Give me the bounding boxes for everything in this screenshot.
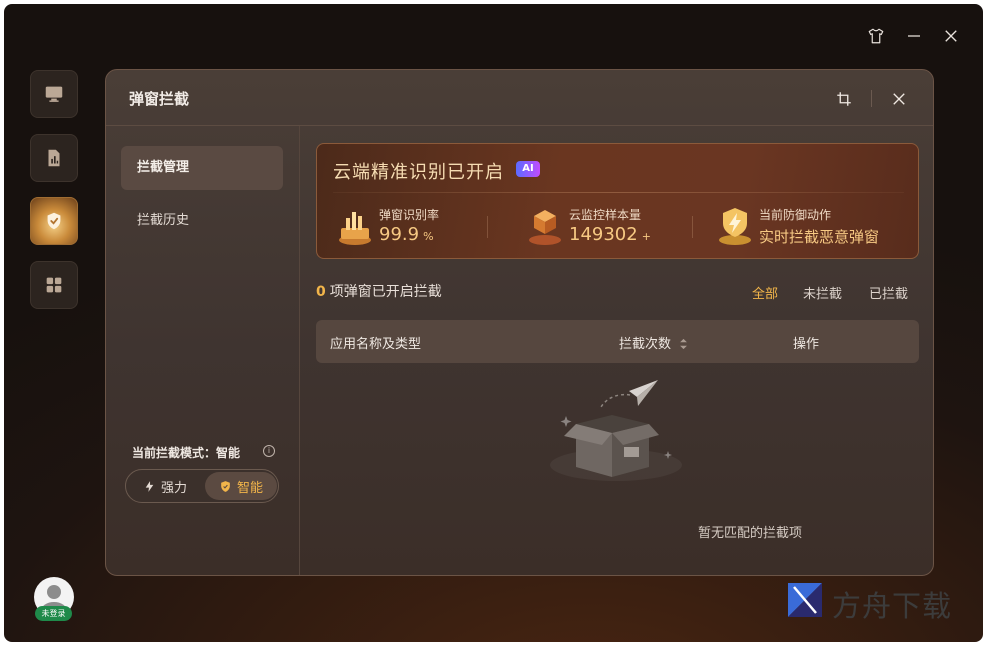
mode-option-smart[interactable]: 智能 — [205, 472, 277, 500]
banner-title: 云端精准识别已开启 — [333, 162, 504, 183]
nav-item-history[interactable]: 拦截历史 — [121, 199, 283, 243]
nav-item-manage[interactable]: 拦截管理 — [121, 146, 283, 190]
stat-label: 弹窗识别率 — [379, 208, 440, 222]
banner-divider — [333, 192, 904, 193]
table-header: 应用名称及类型 拦截次数 操作 — [316, 320, 919, 363]
stat-value: 99.9% — [379, 224, 434, 245]
stat-divider — [487, 216, 488, 238]
app-window: 未登录 弹窗拦截 拦截管理 拦截历史 当前拦截模式：智能 i 强力 智能 云端精… — [4, 4, 983, 642]
dialog-title: 弹窗拦截 — [129, 90, 190, 108]
sidebar-item-monitor[interactable] — [30, 70, 78, 118]
lightning-shield-icon — [719, 208, 751, 245]
close-icon[interactable] — [939, 24, 963, 48]
bar-chart-trophy-icon — [339, 212, 371, 245]
filter-blocked[interactable]: 已拦截 — [869, 283, 908, 302]
stat-sample-size: 云监控样本量 149302 + — [527, 202, 687, 252]
watermark-logo-icon — [788, 583, 822, 617]
stat-label: 当前防御动作 — [759, 208, 832, 222]
report-icon — [48, 149, 60, 167]
cube-stack-icon — [529, 210, 561, 245]
popup-shield-icon — [47, 212, 61, 230]
column-actions: 操作 — [793, 337, 820, 352]
minimize-icon[interactable] — [902, 24, 926, 48]
stat-value: 实时拦截恶意弹窗 — [759, 228, 880, 246]
cloud-banner: 云端精准识别已开启 AI 弹窗识别率 99.9% 云监控样本量 149302 +… — [316, 143, 919, 259]
stat-value: 149302 + — [569, 224, 651, 245]
summary-text: 0 项弹窗已开启拦截 — [316, 284, 442, 300]
column-app-name: 应用名称及类型 — [330, 337, 422, 352]
shield-check-icon — [221, 480, 230, 492]
info-icon[interactable]: i — [263, 445, 275, 457]
filter-unblocked[interactable]: 未拦截 — [803, 283, 842, 302]
shirt-icon[interactable] — [864, 24, 888, 48]
mode-option-strong[interactable]: 强力 — [129, 472, 201, 500]
empty-state-text: 暂无匹配的拦截项 — [697, 526, 802, 541]
ai-badge: AI — [516, 161, 540, 177]
header-divider — [871, 90, 872, 107]
filter-all[interactable]: 全部 — [752, 283, 778, 302]
login-status-badge[interactable]: 未登录 — [35, 606, 72, 621]
crop-icon[interactable] — [833, 88, 855, 110]
sidebar-item-report[interactable] — [30, 134, 78, 182]
mode-switch: 强力 智能 — [125, 469, 279, 503]
sidebar-item-popup-block[interactable] — [30, 197, 78, 245]
stat-label: 云监控样本量 — [569, 208, 642, 222]
lightning-icon — [145, 480, 154, 492]
empty-box-icon — [550, 380, 682, 481]
sort-icon[interactable] — [679, 338, 688, 350]
dialog-nav: 拦截管理 拦截历史 当前拦截模式：智能 i 强力 智能 — [106, 126, 300, 575]
stat-recognition-rate: 弹窗识别率 99.9% — [337, 202, 487, 252]
dialog-close-icon[interactable] — [888, 88, 910, 110]
apps-grid-icon — [46, 277, 62, 293]
stat-defense-action: 当前防御动作 实时拦截恶意弹窗 — [717, 202, 907, 252]
column-block-count[interactable]: 拦截次数 — [619, 333, 688, 352]
popup-block-dialog: 弹窗拦截 拦截管理 拦截历史 当前拦截模式：智能 i 强力 智能 云端精准识别已… — [105, 69, 934, 576]
sidebar-item-apps[interactable] — [30, 261, 78, 309]
watermark-text: 方舟下载 — [832, 589, 953, 623]
monitor-icon — [45, 86, 63, 102]
mode-label: 当前拦截模式：智能 — [132, 446, 241, 460]
watermark: 方舟下载 — [786, 579, 966, 623]
stat-divider — [692, 216, 693, 238]
